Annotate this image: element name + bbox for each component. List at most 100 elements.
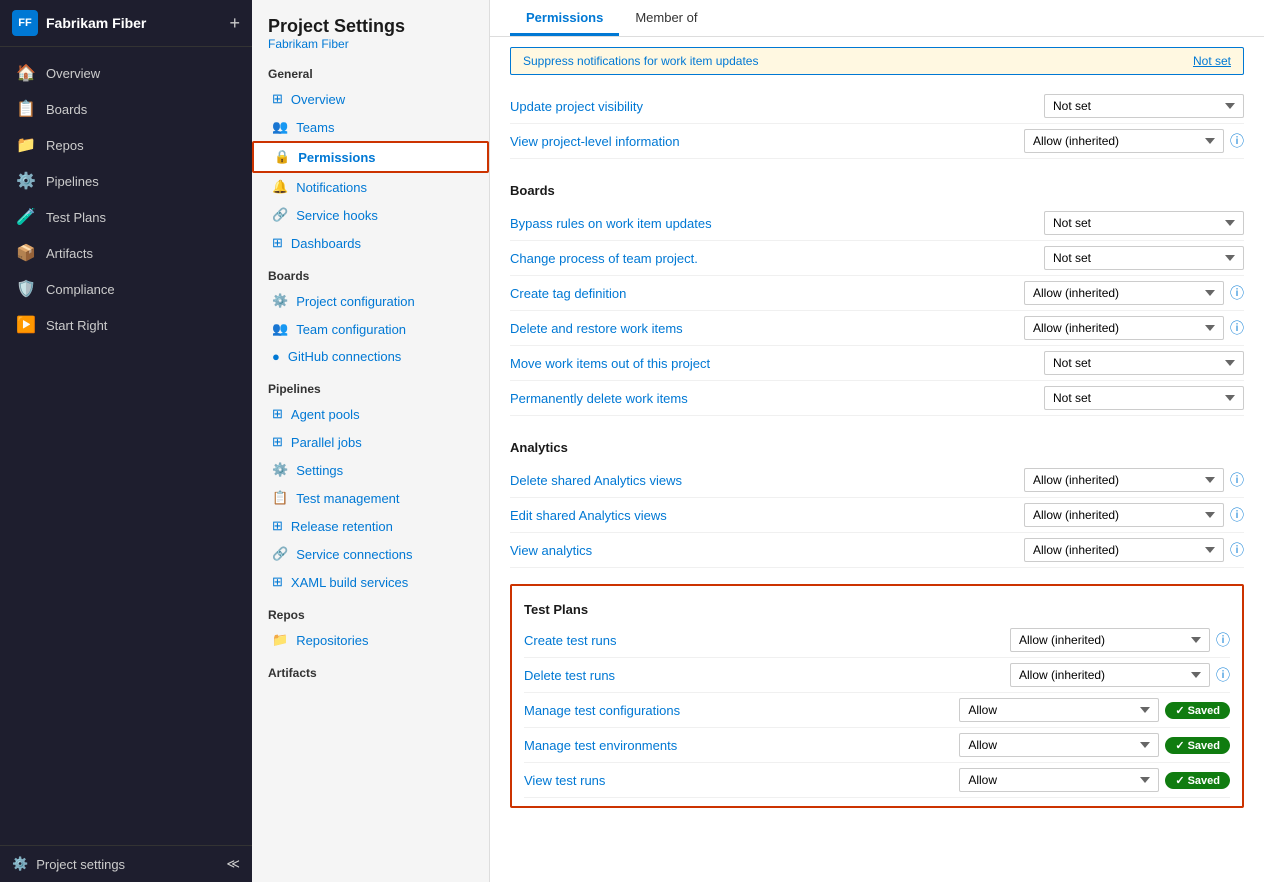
menu-item-team-configuration[interactable]: 👥 Team configuration: [252, 315, 489, 343]
sidebar-label-repos: Repos: [46, 138, 84, 153]
section-label-repos: Repos: [252, 596, 489, 626]
sidebar-item-start-right[interactable]: ▶️ Start Right: [0, 307, 252, 343]
menu-item-label: Dashboards: [291, 236, 361, 251]
permission-label: Manage test environments: [524, 738, 959, 753]
permission-select[interactable]: Not setAllowDenyAllow (inherited)Deny (i…: [1024, 129, 1224, 153]
repos-icon: 📁: [16, 135, 36, 155]
permission-row: View analyticsNot setAllowDenyAllow (inh…: [510, 533, 1244, 568]
info-icon[interactable]: ⓘ: [1230, 131, 1244, 151]
info-icon[interactable]: ⓘ: [1216, 630, 1230, 650]
sidebar-label-compliance: Compliance: [46, 282, 115, 297]
general-permissions-section: Update project visibilityNot setAllowDen…: [510, 89, 1244, 159]
permission-label: Bypass rules on work item updates: [510, 216, 1044, 231]
menu-item-service-connections[interactable]: 🔗 Service connections: [252, 540, 489, 568]
menu-item-label: Repositories: [296, 633, 368, 648]
menu-item-repositories[interactable]: 📁 Repositories: [252, 626, 489, 654]
permission-row: Move work items out of this projectNot s…: [510, 346, 1244, 381]
menu-item-project-configuration[interactable]: ⚙️ Project configuration: [252, 287, 489, 315]
permission-select[interactable]: Not setAllowDenyAllow (inherited)Deny (i…: [1024, 316, 1224, 340]
permission-row: View project-level informationNot setAll…: [510, 124, 1244, 159]
menu-item-release-retention[interactable]: ⊞ Release retention: [252, 512, 489, 540]
menu-item-label: GitHub connections: [288, 349, 401, 364]
project-settings-link[interactable]: ⚙️ Project settings ≪: [0, 845, 252, 882]
permission-select[interactable]: Not setAllowDenyAllow (inherited)Deny (i…: [1024, 538, 1224, 562]
info-icon[interactable]: ⓘ: [1230, 505, 1244, 525]
permission-select[interactable]: Not setAllowDenyAllow (inherited)Deny (i…: [1010, 628, 1210, 652]
menu-icon: 🔗: [272, 546, 288, 562]
menu-item-notifications[interactable]: 🔔 Notifications: [252, 173, 489, 201]
permission-select[interactable]: Not setAllowDenyAllow (inherited)Deny (i…: [959, 733, 1159, 757]
sidebar-item-compliance[interactable]: 🛡️ Compliance: [0, 271, 252, 307]
menu-item-label: Release retention: [291, 519, 393, 534]
info-icon[interactable]: ⓘ: [1230, 318, 1244, 338]
menu-icon: 👥: [272, 119, 288, 135]
info-icon[interactable]: ⓘ: [1230, 283, 1244, 303]
permission-select[interactable]: Not setAllowDenyAllow (inherited)Deny (i…: [959, 768, 1159, 792]
permission-row: Manage test environmentsNot setAllowDeny…: [524, 728, 1230, 763]
compliance-icon: 🛡️: [16, 279, 36, 299]
permission-select[interactable]: Not setAllowDenyAllow (inherited)Deny (i…: [1024, 503, 1224, 527]
menu-item-dashboards[interactable]: ⊞ Dashboards: [252, 229, 489, 257]
sidebar-item-test-plans[interactable]: 🧪 Test Plans: [0, 199, 252, 235]
org-header[interactable]: FF Fabrikam Fiber +: [0, 0, 252, 47]
permission-label: Update project visibility: [510, 99, 1044, 114]
test-plans-section-title: Test Plans: [524, 594, 1230, 617]
menu-item-test-management[interactable]: 📋 Test management: [252, 484, 489, 512]
top-banner: Suppress notifications for work item upd…: [510, 47, 1244, 75]
sidebar-item-artifacts[interactable]: 📦 Artifacts: [0, 235, 252, 271]
tab-permissions[interactable]: Permissions: [510, 0, 619, 36]
permission-label: Move work items out of this project: [510, 356, 1044, 371]
menu-item-agent-pools[interactable]: ⊞ Agent pools: [252, 400, 489, 428]
tab-member-of[interactable]: Member of: [619, 0, 713, 36]
menu-icon: 📋: [272, 490, 288, 506]
permission-select[interactable]: Not setAllowDenyAllow (inherited)Deny (i…: [1024, 468, 1224, 492]
sidebar-item-boards[interactable]: 📋 Boards: [0, 91, 252, 127]
menu-item-service-hooks[interactable]: 🔗 Service hooks: [252, 201, 489, 229]
permission-select[interactable]: Not setAllowDenyAllow (inherited)Deny (i…: [1044, 351, 1244, 375]
sidebar-label-pipelines: Pipelines: [46, 174, 99, 189]
menu-item-permissions[interactable]: 🔒 Permissions: [252, 141, 489, 173]
artifacts-icon: 📦: [16, 243, 36, 263]
left-nav: FF Fabrikam Fiber + 🏠 Overview📋 Boards📁 …: [0, 0, 252, 882]
add-project-button[interactable]: +: [229, 13, 240, 34]
sidebar-item-pipelines[interactable]: ⚙️ Pipelines: [0, 163, 252, 199]
sidebar-item-overview[interactable]: 🏠 Overview: [0, 55, 252, 91]
test-plans-icon: 🧪: [16, 207, 36, 227]
permission-row: View test runsNot setAllowDenyAllow (inh…: [524, 763, 1230, 798]
permission-label: View analytics: [510, 543, 1024, 558]
menu-item-overview[interactable]: ⊞ Overview: [252, 85, 489, 113]
menu-item-label: Settings: [296, 463, 343, 478]
menu-item-teams[interactable]: 👥 Teams: [252, 113, 489, 141]
permission-select[interactable]: Not setAllowDenyAllow (inherited)Deny (i…: [1024, 281, 1224, 305]
permission-select[interactable]: Not setAllowDenyAllow (inherited)Deny (i…: [1044, 386, 1244, 410]
sidebar-item-repos[interactable]: 📁 Repos: [0, 127, 252, 163]
permission-select[interactable]: Not setAllowDenyAllow (inherited)Deny (i…: [1044, 211, 1244, 235]
permission-select[interactable]: Not setAllowDenyAllow (inherited)Deny (i…: [1044, 246, 1244, 270]
menu-item-xaml-build-services[interactable]: ⊞ XAML build services: [252, 568, 489, 596]
permission-select[interactable]: Not setAllowDenyAllow (inherited)Deny (i…: [1010, 663, 1210, 687]
project-subtitle: Fabrikam Fiber: [268, 37, 473, 51]
menu-item-github-connections[interactable]: ● GitHub connections: [252, 343, 489, 370]
project-settings-label: Project settings: [36, 857, 125, 872]
section-label-boards: Boards: [252, 257, 489, 287]
info-icon[interactable]: ⓘ: [1230, 470, 1244, 490]
menu-item-label: XAML build services: [291, 575, 408, 590]
settings-icon: ⚙️: [12, 856, 28, 872]
menu-item-parallel-jobs[interactable]: ⊞ Parallel jobs: [252, 428, 489, 456]
middle-header: Project Settings Fabrikam Fiber: [252, 0, 489, 55]
menu-icon: ⊞: [272, 406, 283, 422]
section-label-pipelines: Pipelines: [252, 370, 489, 400]
permission-label: View project-level information: [510, 134, 1024, 149]
banner-link[interactable]: Not set: [1193, 54, 1231, 68]
boards-icon: 📋: [16, 99, 36, 119]
menu-item-settings[interactable]: ⚙️ Settings: [252, 456, 489, 484]
permission-select[interactable]: Not setAllowDenyAllow (inherited)Deny (i…: [959, 698, 1159, 722]
overview-icon: 🏠: [16, 63, 36, 83]
menu-icon: 🔗: [272, 207, 288, 223]
boards-permissions-section: BoardsBypass rules on work item updatesN…: [510, 175, 1244, 416]
info-icon[interactable]: ⓘ: [1230, 540, 1244, 560]
permission-select[interactable]: Not setAllowDenyAllow (inherited)Deny (i…: [1044, 94, 1244, 118]
sidebar-label-boards: Boards: [46, 102, 87, 117]
info-icon[interactable]: ⓘ: [1216, 665, 1230, 685]
collapse-icon[interactable]: ≪: [226, 856, 240, 872]
